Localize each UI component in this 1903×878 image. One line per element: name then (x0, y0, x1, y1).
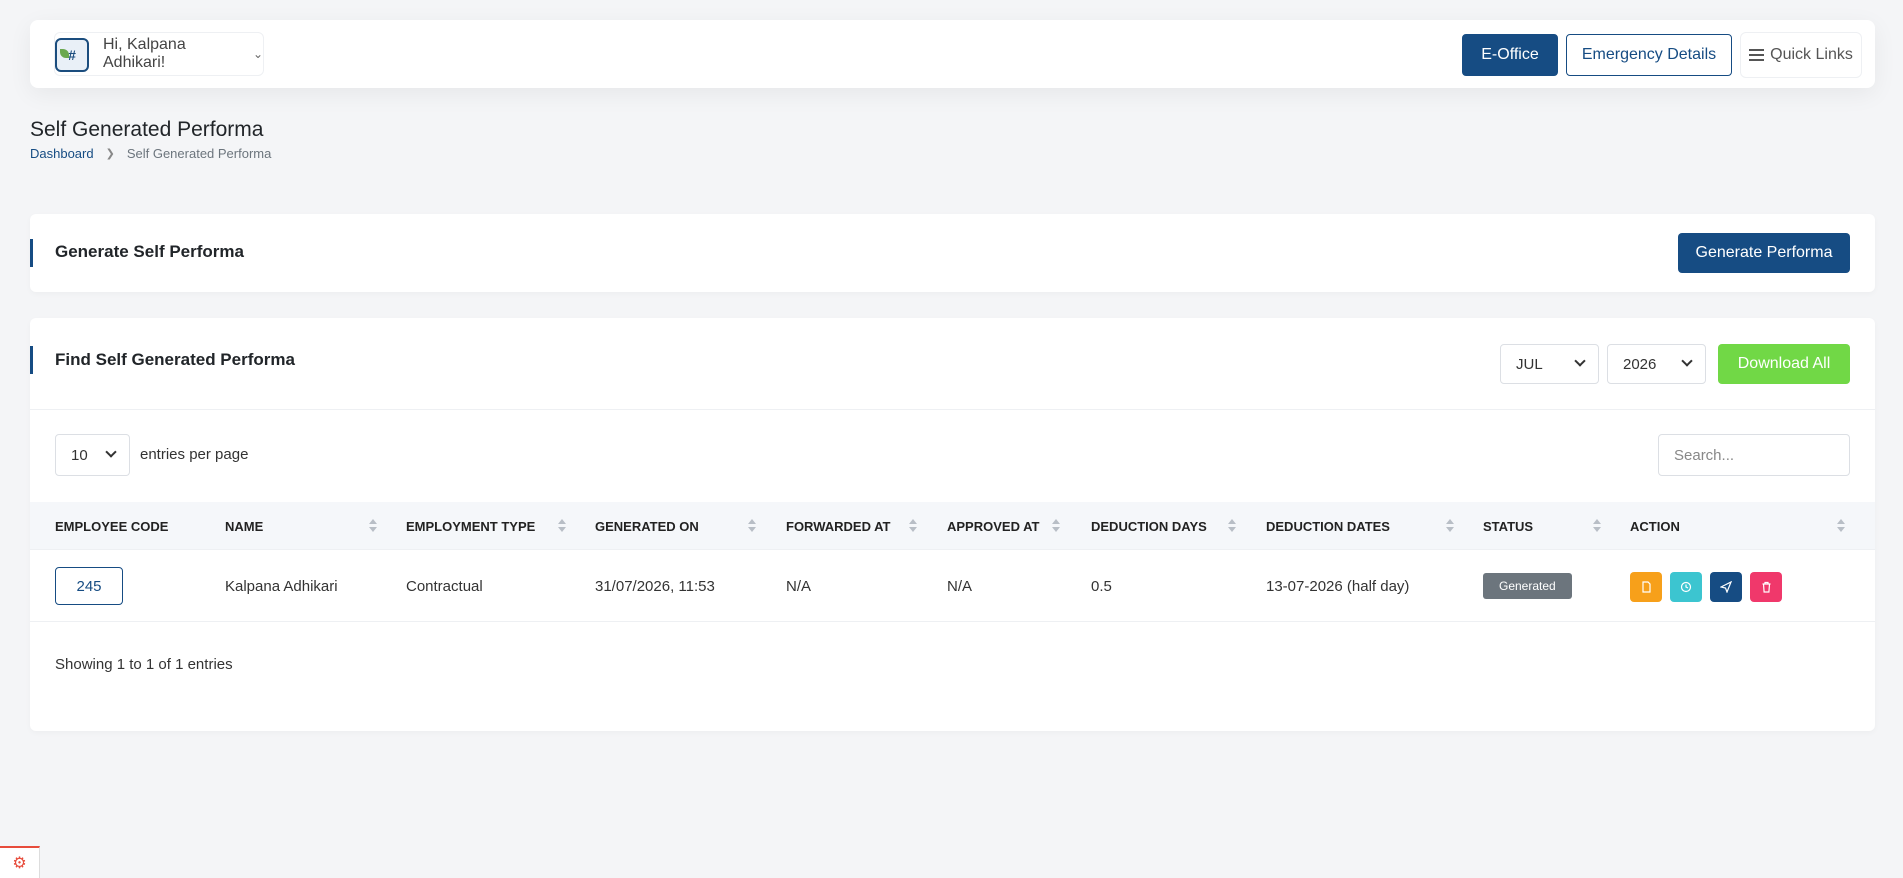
card-accent-bar (30, 346, 33, 374)
column-header-generated-on[interactable]: GENERATED ON (595, 502, 699, 550)
column-header-approved-at[interactable]: APPROVED AT (947, 502, 1039, 550)
sort-icon[interactable] (1052, 519, 1060, 533)
cell-name: Kalpana Adhikari (225, 577, 338, 595)
column-header-status[interactable]: STATUS (1483, 502, 1533, 550)
top-navbar: # Hi, Kalpana Adhikari! ⌄ E-Office Emerg… (30, 20, 1875, 88)
page-size-value: 10 (71, 446, 88, 464)
document-icon (1641, 581, 1651, 593)
sort-icon[interactable] (909, 519, 917, 533)
table-row: 245 Kalpana Adhikari Contractual 31/07/2… (30, 550, 1875, 622)
laravel-icon[interactable]: ⚙ (0, 846, 40, 878)
quick-links-label: Quick Links (1770, 46, 1853, 63)
eoffice-button[interactable]: E-Office (1462, 34, 1558, 76)
entries-per-page-select[interactable]: 10 (55, 434, 130, 476)
employee-code-button[interactable]: 245 (55, 567, 123, 605)
find-card-title: Find Self Generated Performa (55, 350, 295, 369)
pagination-info: Showing 1 to 1 of 1 entries (55, 656, 233, 673)
chevron-down-icon: ⌄ (252, 47, 263, 61)
sort-icon[interactable] (1446, 519, 1454, 533)
generate-card-title: Generate Self Performa (55, 242, 244, 261)
cell-generated-on: 31/07/2026, 11:53 (595, 577, 715, 595)
download-all-button[interactable]: Download All (1718, 344, 1850, 384)
generate-performa-button[interactable]: Generate Performa (1678, 233, 1850, 273)
history-button[interactable] (1670, 572, 1702, 602)
column-header-employment-type[interactable]: EMPLOYMENT TYPE (406, 502, 535, 550)
table-header: EMPLOYEE CODE NAME EMPLOYMENT TYPE GENER… (30, 502, 1875, 550)
cell-deduction-dates: 13-07-2026 (half day) (1266, 577, 1410, 595)
search-input[interactable] (1658, 434, 1850, 476)
chevron-down-icon (1574, 355, 1586, 367)
sort-icon[interactable] (369, 519, 377, 533)
column-header-deduction-dates[interactable]: DEDUCTION DATES (1266, 502, 1390, 550)
avatar: # (55, 38, 89, 72)
quick-links-button[interactable]: Quick Links (1740, 32, 1862, 78)
status-badge: Generated (1483, 573, 1572, 599)
forward-button[interactable] (1710, 572, 1742, 602)
card-divider (30, 409, 1875, 410)
sort-icon[interactable] (558, 519, 566, 533)
user-greeting: Hi, Kalpana Adhikari! (103, 36, 186, 71)
sort-icon[interactable] (748, 519, 756, 533)
month-value: JUL (1516, 355, 1543, 373)
year-select[interactable]: 2026 (1607, 344, 1706, 384)
cell-approved-at: N/A (947, 577, 973, 595)
breadcrumb: Dashboard ❯ Self Generated Performa (30, 146, 271, 161)
send-icon (1720, 581, 1732, 593)
sort-icon[interactable] (1593, 519, 1601, 533)
year-value: 2026 (1623, 355, 1657, 373)
sort-icon[interactable] (1228, 519, 1236, 533)
list-icon (1749, 49, 1765, 61)
history-icon (1680, 581, 1692, 593)
generate-performa-card: Generate Self Performa Generate Performa (30, 214, 1875, 292)
chevron-down-icon (1681, 355, 1693, 367)
column-header-name[interactable]: NAME (225, 502, 263, 550)
column-header-deduction-days[interactable]: DEDUCTION DAYS (1091, 502, 1207, 550)
view-document-button[interactable] (1630, 572, 1662, 602)
month-select[interactable]: JUL (1500, 344, 1599, 384)
trash-icon (1762, 581, 1770, 593)
cell-employment-type: Contractual (406, 577, 483, 595)
chevron-down-icon (105, 446, 117, 458)
column-header-employee-code[interactable]: EMPLOYEE CODE (55, 502, 168, 550)
user-menu[interactable]: # Hi, Kalpana Adhikari! ⌄ (54, 32, 264, 76)
column-header-forwarded-at[interactable]: FORWARDED AT (786, 502, 890, 550)
find-performa-card: Find Self Generated Performa JUL 2026 Do… (30, 318, 1875, 731)
page-title: Self Generated Performa (30, 118, 264, 141)
avatar-glyph: # (68, 47, 76, 63)
chevron-right-icon: ❯ (105, 148, 115, 160)
breadcrumb-current: Self Generated Performa (126, 146, 272, 161)
entries-per-page-label: entries per page (140, 446, 249, 463)
delete-button[interactable] (1750, 572, 1782, 602)
card-accent-bar (30, 239, 33, 267)
emergency-details-button[interactable]: Emergency Details (1566, 34, 1732, 76)
column-header-action[interactable]: ACTION (1630, 502, 1680, 550)
cell-forwarded-at: N/A (786, 577, 812, 595)
sort-icon[interactable] (1837, 519, 1845, 533)
breadcrumb-dashboard-link[interactable]: Dashboard (30, 146, 94, 161)
cell-deduction-days: 0.5 (1091, 577, 1112, 595)
